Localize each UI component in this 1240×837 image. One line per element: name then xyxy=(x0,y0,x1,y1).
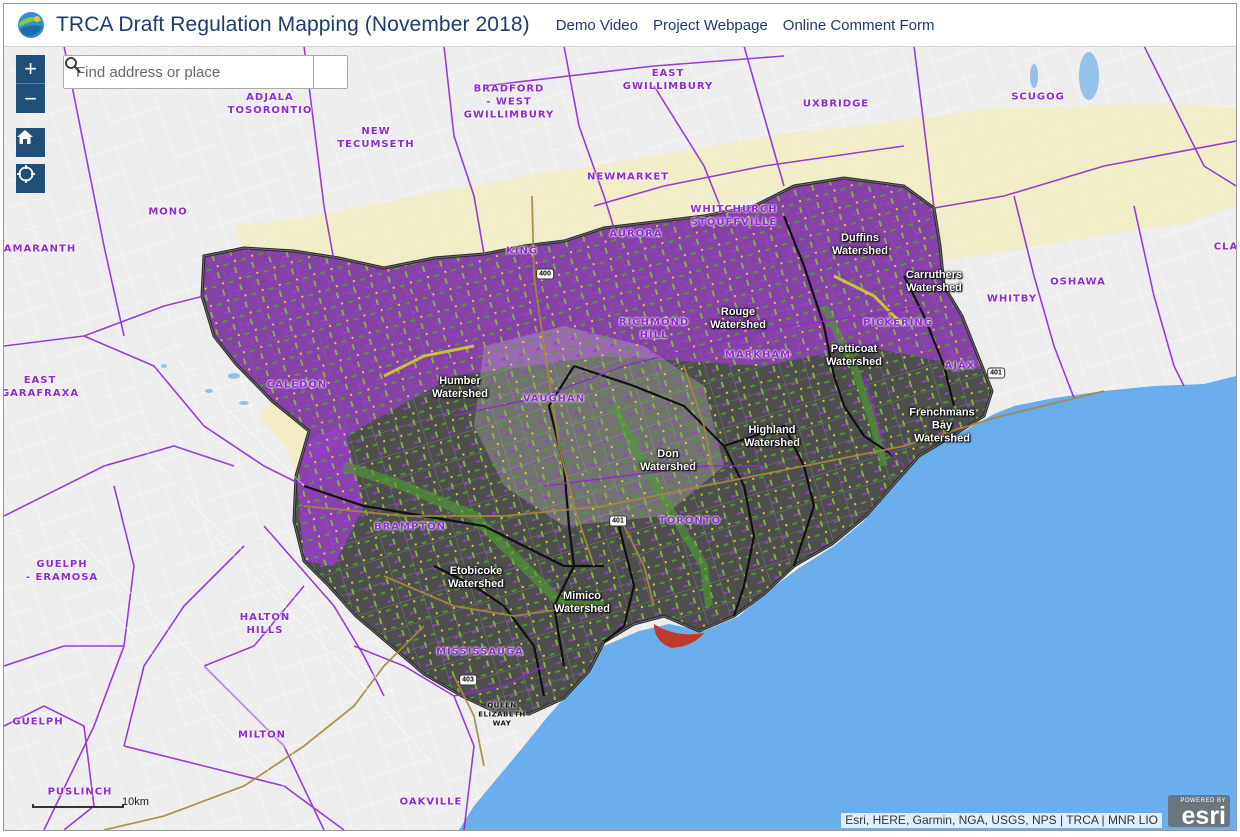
qew-label: QUEEN ELIZABETH WAY xyxy=(478,701,526,728)
header-nav: Demo Video Project Webpage Online Commen… xyxy=(556,17,950,34)
locate-icon xyxy=(17,165,35,183)
watershed-label: Humber Watershed xyxy=(432,375,488,400)
search-box xyxy=(63,55,348,89)
basemap xyxy=(4,46,1236,830)
app-header: TRCA Draft Regulation Mapping (November … xyxy=(4,4,1236,47)
home-icon xyxy=(17,130,33,144)
nav-link-project-webpage[interactable]: Project Webpage xyxy=(653,17,768,34)
map-view[interactable]: ADJALA TOSORONTIO BRADFORD - WEST GWILLIMBU… xyxy=(4,46,1236,830)
place-label: ADJALA TOSORONTIO xyxy=(227,92,313,116)
place-label: MONO xyxy=(148,206,188,218)
highway-shield: 403 xyxy=(459,674,477,686)
trca-logo-icon xyxy=(18,12,44,38)
place-label: TORONTO xyxy=(658,515,722,527)
place-label: EAST GARAFRAXA xyxy=(4,375,80,399)
place-label: KING xyxy=(505,245,539,257)
watershed-label: Mimico Watershed xyxy=(554,590,610,615)
place-label: OSHAWA xyxy=(1050,276,1106,288)
zoom-out-button[interactable]: − xyxy=(16,84,45,113)
place-label: RICHMOND HILL xyxy=(618,317,690,341)
map-attribution: Esri, HERE, Garmin, NGA, USGS, NPS | TRC… xyxy=(841,813,1162,828)
place-label: BRADFORD - WEST GWILLIMBURY xyxy=(463,83,555,121)
esri-wordmark: esri xyxy=(1181,802,1226,830)
app-title: TRCA Draft Regulation Mapping (November … xyxy=(56,13,530,36)
place-label: MILTON xyxy=(237,729,287,741)
search-input[interactable] xyxy=(64,56,313,88)
scale-line xyxy=(32,804,124,808)
place-label: CLA xyxy=(1213,241,1236,253)
watershed-label: Duffins Watershed xyxy=(832,232,888,257)
nav-link-demo-video[interactable]: Demo Video xyxy=(556,17,638,34)
watershed-label: Highland Watershed xyxy=(744,424,800,449)
place-label: GUELPH - ERAMOSA xyxy=(25,559,99,583)
app-window: TRCA Draft Regulation Mapping (November … xyxy=(3,3,1237,831)
watershed-label: Don Watershed xyxy=(640,448,696,473)
scale-label: 10km xyxy=(122,796,149,808)
place-label: HALTON HILLS xyxy=(239,612,291,636)
scale-bar: 10km xyxy=(32,796,152,810)
highway-shield: 401 xyxy=(609,515,627,527)
place-label: WHITCHURCH STOUFFVILLE xyxy=(690,204,778,228)
place-label: PICKERING xyxy=(863,317,933,329)
place-label: AMARANTH xyxy=(4,243,77,255)
nav-link-online-comment-form[interactable]: Online Comment Form xyxy=(783,17,935,34)
highway-shield: 401 xyxy=(987,367,1005,379)
watershed-label: Petticoat Watershed xyxy=(826,343,882,368)
place-label: WHITBY xyxy=(986,293,1038,305)
esri-logo[interactable]: POWERED BY esri xyxy=(1168,795,1230,830)
place-label: MISSISSAUGA xyxy=(436,646,524,658)
search-button[interactable] xyxy=(65,56,347,88)
watershed-label: Carruthers Watershed xyxy=(905,269,963,294)
place-label: VAUGHAN xyxy=(522,393,586,405)
locate-button[interactable] xyxy=(16,164,45,193)
home-button[interactable] xyxy=(16,128,45,157)
place-label: UXBRIDGE xyxy=(802,98,870,110)
place-label: OAKVILLE xyxy=(399,796,463,808)
place-label: CALEDON xyxy=(266,379,328,391)
place-label: NEWMARKET xyxy=(586,171,670,183)
place-label: EAST GWILLIMBURY xyxy=(622,68,714,92)
place-label: AJAX xyxy=(944,360,976,372)
place-label: BRAMPTON xyxy=(373,521,447,533)
place-label: GUELPH xyxy=(12,716,64,728)
place-label: NEW TECUMSETH xyxy=(337,126,415,150)
zoom-in-button[interactable]: + xyxy=(16,55,45,84)
watershed-label: Frenchmans Bay Watershed xyxy=(909,406,975,445)
place-label: MARKHAM xyxy=(724,349,792,361)
watershed-label: Etobicoke Watershed xyxy=(448,565,504,590)
place-label: AURORA xyxy=(609,228,663,240)
place-label: SCUGOG xyxy=(1011,91,1065,103)
highway-shield: 400 xyxy=(536,268,554,280)
search-icon xyxy=(65,57,81,73)
watershed-label: Rouge Watershed xyxy=(710,306,766,331)
